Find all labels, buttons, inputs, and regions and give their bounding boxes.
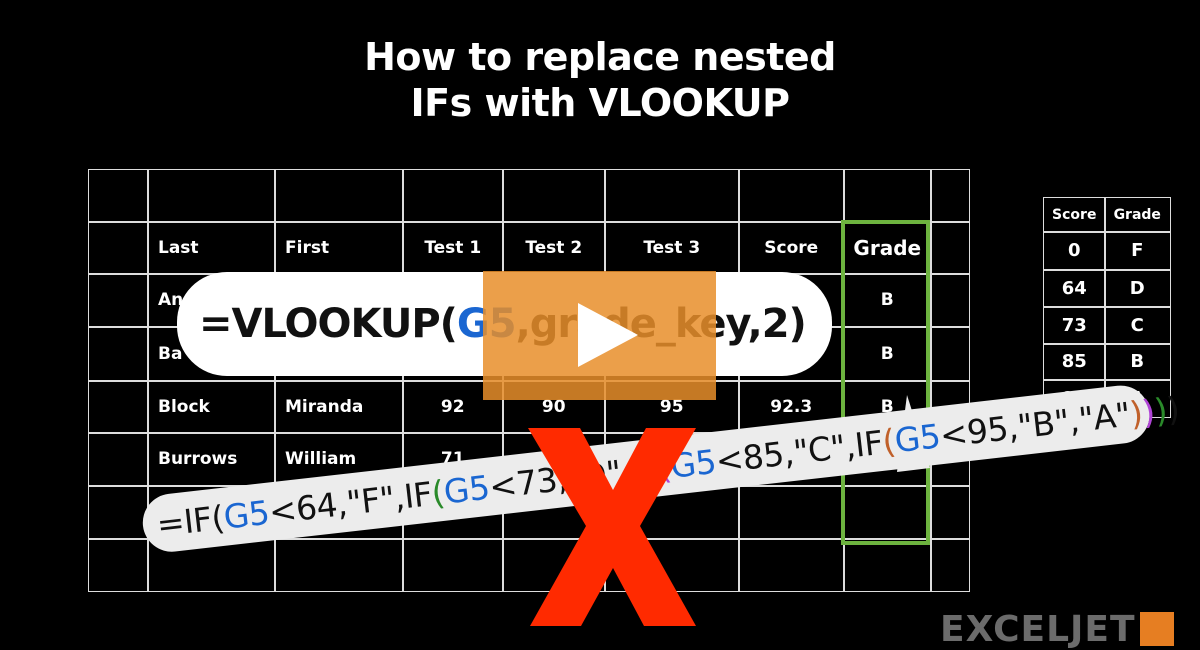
empty-cell [88,169,149,223]
if-formula-part: <95,"B","A" [937,394,1133,455]
column-header: Score [738,221,845,275]
column-header: Last [147,221,276,275]
vlookup-prefix: =VLOOKUP( [199,301,458,347]
play-button[interactable] [483,271,716,400]
column-header: Test 2 [502,221,606,275]
key-score-cell: 85 [1043,343,1106,381]
empty-cell [402,538,504,592]
table-cell-first: Miranda [274,380,404,434]
empty-cell [88,538,149,592]
empty-cell [930,538,970,592]
empty-cell [930,273,970,328]
grade-column-highlight [841,220,930,545]
empty-cell [88,432,149,487]
empty-cell [88,326,149,382]
key-header: Grade [1104,197,1171,233]
empty-cell [843,538,932,592]
empty-cell [604,169,740,223]
play-icon [578,303,638,367]
column-header: Test 3 [604,221,740,275]
column-header: Test 1 [402,221,504,275]
table-cell-last: Burrows [147,432,276,487]
empty-cell [843,169,932,223]
table-cell-last: Block [147,380,276,434]
key-grade-cell: D [1104,269,1171,308]
if-formula-part: =IF( [154,497,226,544]
column-header [930,221,970,275]
empty-cell [88,380,149,434]
key-grade-cell: B [1104,343,1171,381]
if-formula-part: <64,"F",IF [266,473,434,532]
table-cell-score [738,485,845,540]
red-x-shape [528,428,696,626]
if-formula-part: G5 [892,415,943,460]
page-title: How to replace nested IFs with VLOOKUP [0,34,1200,126]
key-header: Score [1043,197,1106,233]
empty-cell [502,169,606,223]
key-score-cell: 0 [1043,231,1106,271]
empty-cell [738,538,845,592]
empty-cell [88,273,149,328]
empty-cell [88,485,149,540]
key-grade-cell: F [1104,231,1171,271]
empty-cell [274,169,404,223]
column-header: First [274,221,404,275]
if-formula-part: <85,"C",IF [713,422,885,481]
empty-cell [930,169,970,223]
if-formula-part: G5 [441,467,492,512]
column-header [88,221,149,275]
title-line-1: How to replace nested [364,35,836,79]
key-score-cell: 73 [1043,306,1106,345]
if-formula-part: G5 [221,492,272,537]
key-grade-cell: C [1104,306,1171,345]
logo-mark-icon [1139,612,1174,646]
empty-cell [147,169,276,223]
empty-cell [930,326,970,382]
key-score-cell: 64 [1043,269,1106,308]
title-line-2: IFs with VLOOKUP [410,81,790,125]
empty-cell [402,169,504,223]
empty-cell [274,538,404,592]
red-x-icon [528,428,696,626]
empty-cell [738,169,845,223]
exceljet-logo: EXCELJET [940,612,1174,648]
empty-cell [930,485,970,540]
